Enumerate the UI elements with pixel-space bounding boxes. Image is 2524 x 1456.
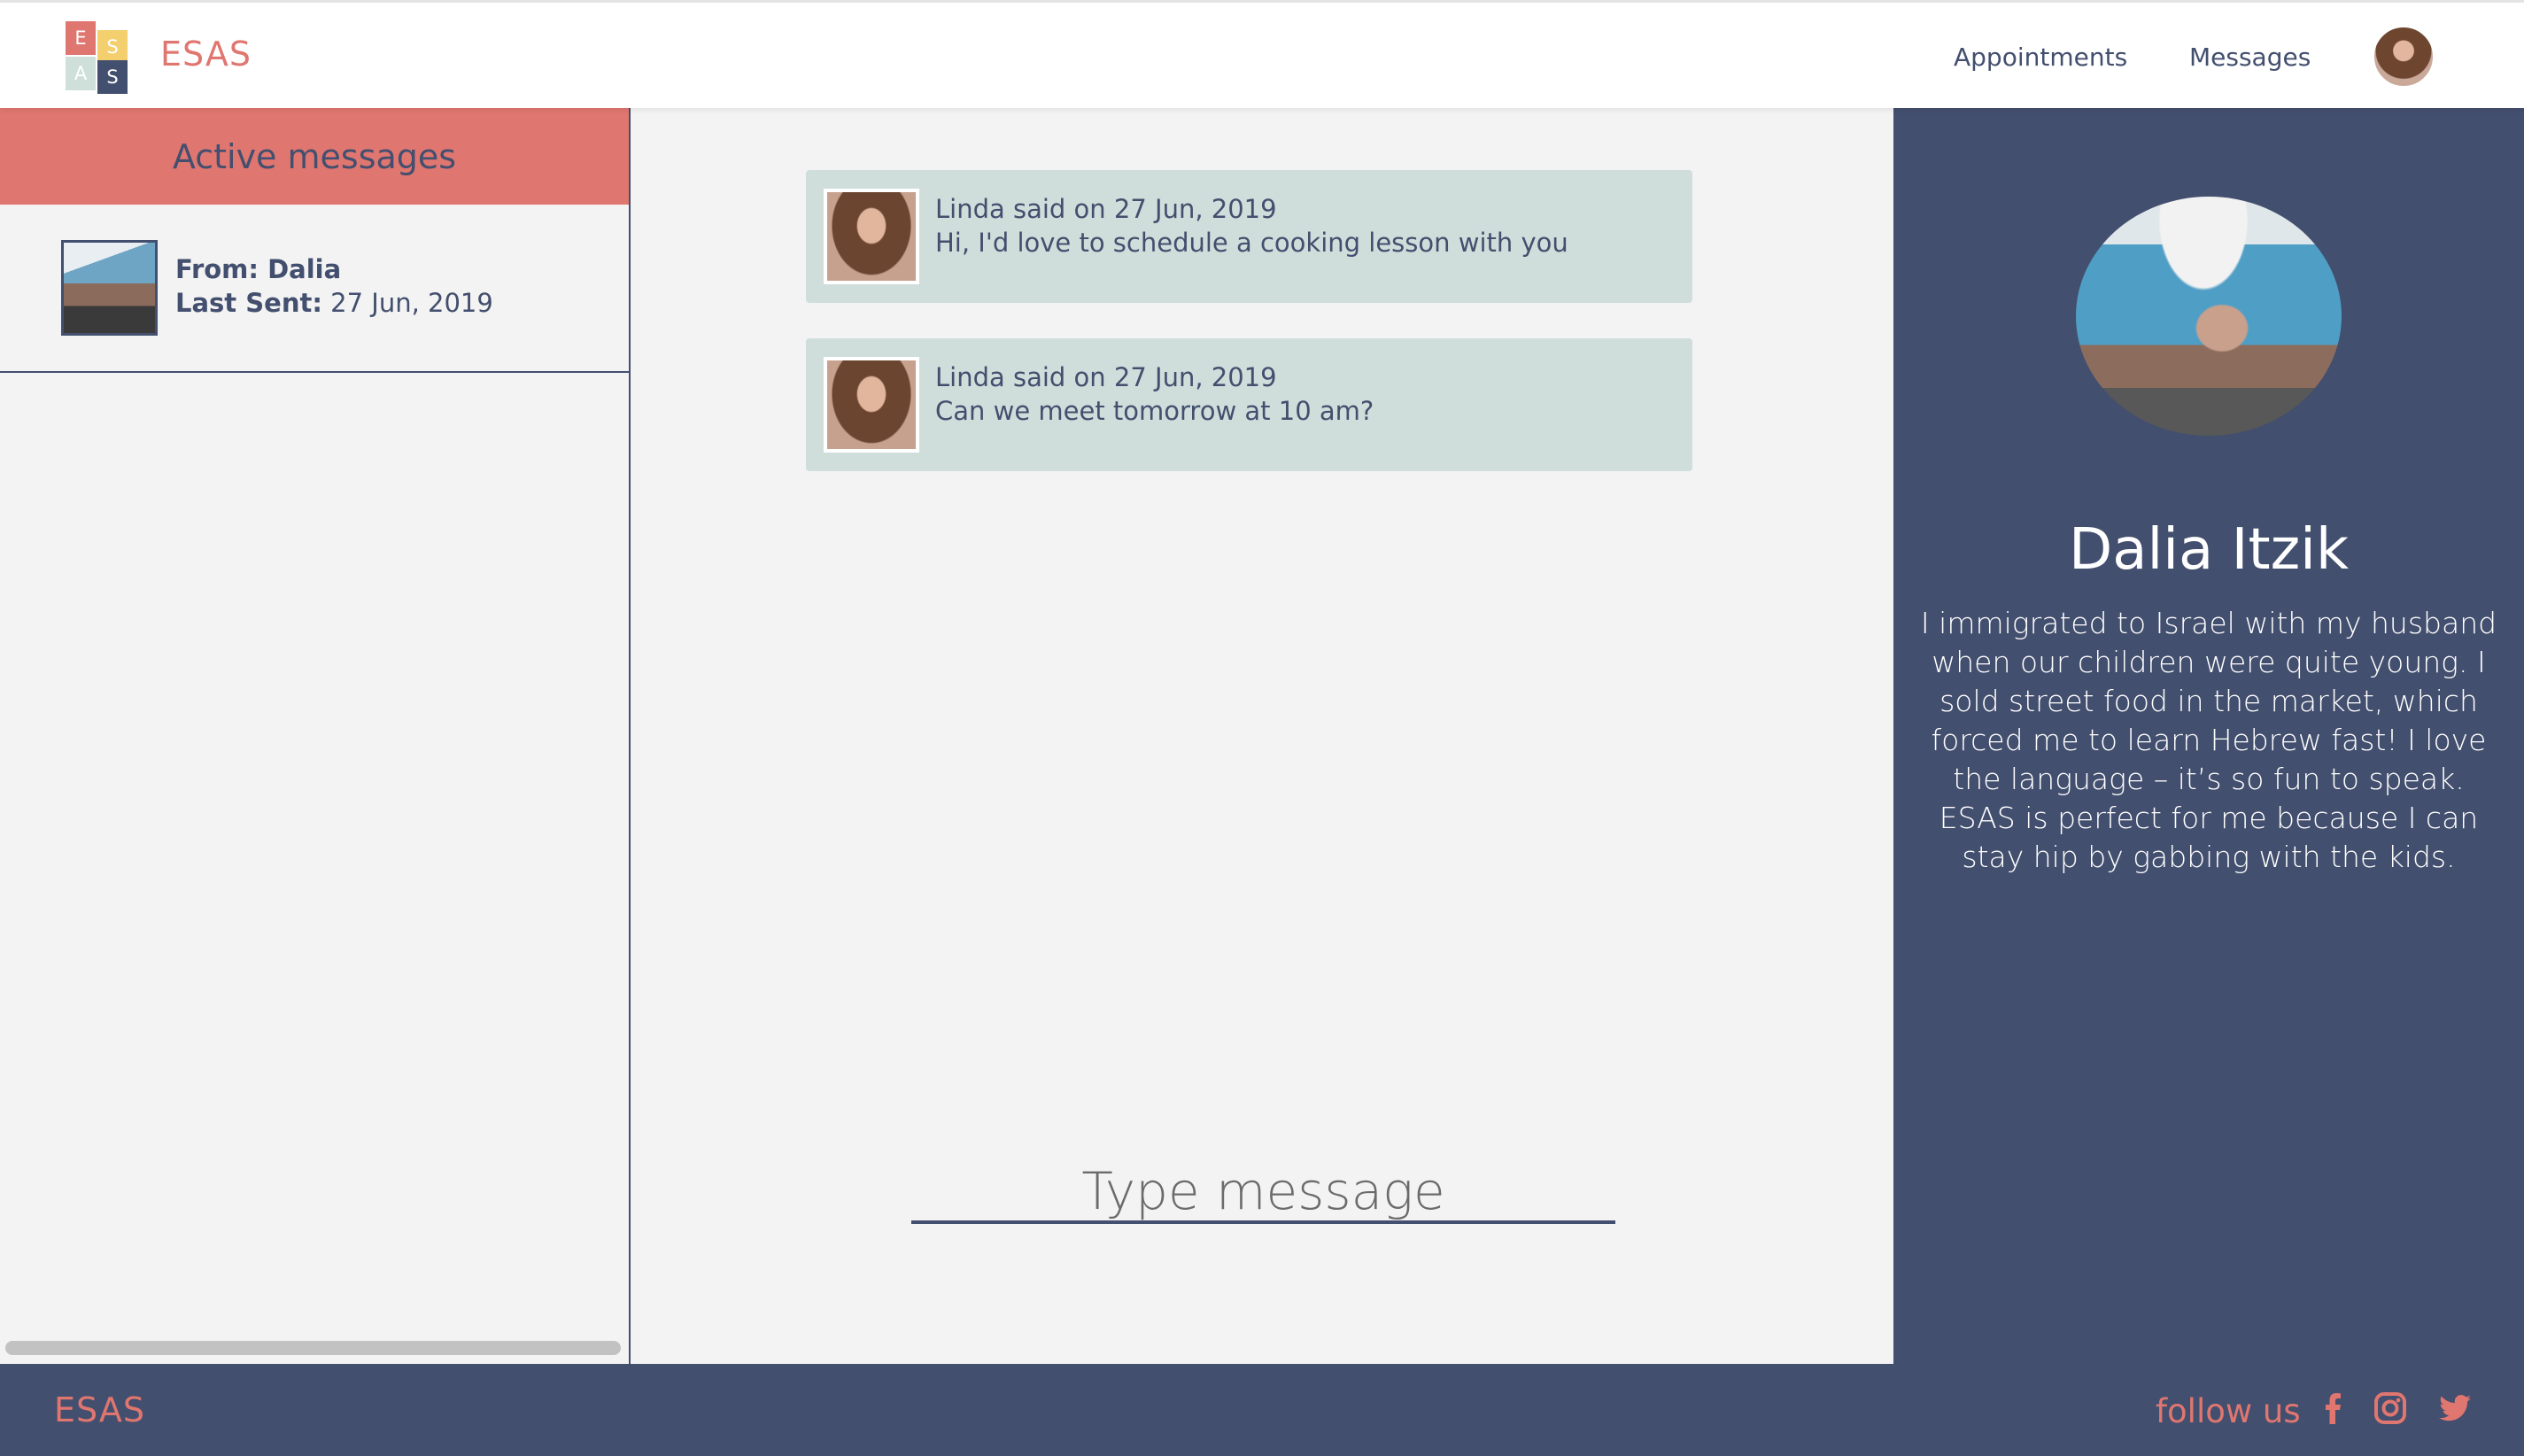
instagram-icon[interactable] bbox=[2371, 1389, 2410, 1428]
profile-name: Dalia Itzik bbox=[2068, 517, 2350, 583]
active-messages-panel: Active messages From: Dalia Last Sent: 2… bbox=[0, 108, 631, 1364]
message-bubble: Linda said on 27 Jun, 2019 Can we meet t… bbox=[806, 338, 1692, 471]
thread-from: From: Dalia bbox=[175, 254, 342, 284]
thread-last-sent-label: Last Sent: bbox=[175, 288, 322, 318]
footer: ESAS follow us bbox=[0, 1364, 2524, 1456]
facebook-icon[interactable] bbox=[2313, 1389, 2352, 1428]
message-sender-avatar bbox=[824, 189, 919, 284]
message-bubble: Linda said on 27 Jun, 2019 Hi, I'd love … bbox=[806, 170, 1692, 303]
contact-profile-panel: Dalia Itzik I immigrated to Israel with … bbox=[1893, 108, 2524, 1364]
logo-letter-s: S bbox=[97, 30, 128, 64]
twitter-icon[interactable] bbox=[2435, 1389, 2474, 1428]
logo-letter-s-bottom: S bbox=[97, 60, 128, 94]
footer-brand[interactable]: ESAS bbox=[54, 1390, 145, 1429]
logo-letter-e: E bbox=[66, 21, 96, 55]
esas-logo-icon[interactable]: E S A S bbox=[66, 21, 129, 94]
profile-photo bbox=[2076, 197, 2342, 436]
message-text: Can we meet tomorrow at 10 am? bbox=[935, 396, 1374, 426]
message-sender-avatar bbox=[824, 357, 919, 453]
brand-name[interactable]: ESAS bbox=[160, 35, 252, 74]
top-navbar: E S A S ESAS Appointments Messages bbox=[0, 0, 2524, 108]
message-meta: Linda said on 27 Jun, 2019 bbox=[935, 194, 1277, 224]
nav-appointments-link[interactable]: Appointments bbox=[1954, 43, 2127, 72]
thread-last-sent-date: 27 Jun, 2019 bbox=[330, 288, 493, 318]
horizontal-scrollbar[interactable] bbox=[5, 1341, 621, 1355]
profile-bio: I immigrated to Israel with my husband w… bbox=[1920, 606, 2497, 874]
message-text: Hi, I'd love to schedule a cooking lesso… bbox=[935, 228, 1568, 258]
message-thread-item[interactable]: From: Dalia Last Sent: 27 Jun, 2019 bbox=[0, 205, 629, 373]
user-avatar[interactable] bbox=[2373, 26, 2435, 88]
thread-last-sent: Last Sent: 27 Jun, 2019 bbox=[175, 288, 493, 318]
thread-sender-photo bbox=[61, 240, 158, 336]
active-messages-heading: Active messages bbox=[0, 108, 629, 205]
message-meta: Linda said on 27 Jun, 2019 bbox=[935, 362, 1277, 392]
conversation-area: Linda said on 27 Jun, 2019 Hi, I'd love … bbox=[631, 108, 1893, 1364]
nav-messages-link[interactable]: Messages bbox=[2189, 43, 2311, 72]
follow-us-label: follow us bbox=[2156, 1392, 2301, 1430]
type-message-input[interactable] bbox=[911, 1162, 1615, 1224]
logo-letter-a: A bbox=[66, 57, 96, 90]
